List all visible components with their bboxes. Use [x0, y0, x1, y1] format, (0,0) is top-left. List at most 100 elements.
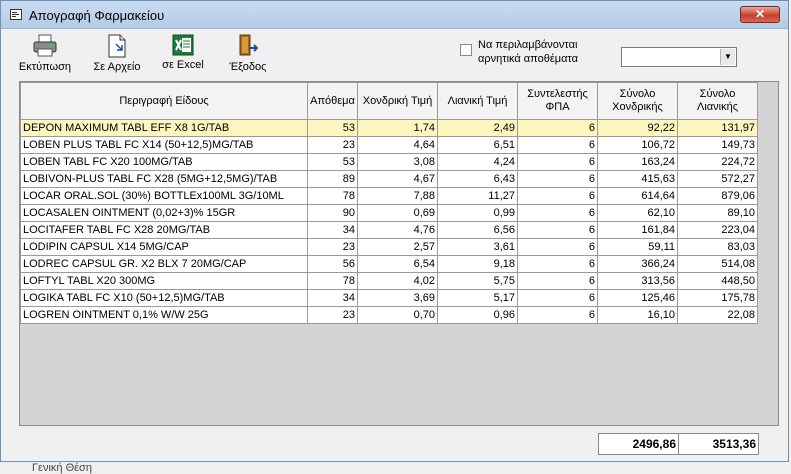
table-cell[interactable]: 4,67 [357, 170, 438, 188]
table-cell[interactable]: 6,51 [437, 136, 518, 154]
exit-button[interactable]: Έξοδος [223, 34, 273, 73]
table-cell[interactable]: 59,11 [597, 238, 678, 256]
table-cell[interactable]: 9,18 [437, 255, 518, 273]
table-cell[interactable]: 90 [307, 204, 358, 222]
table-cell[interactable]: 2,49 [437, 119, 518, 137]
print-button[interactable]: Εκτύπωση [13, 34, 77, 73]
table-cell[interactable]: 149,73 [677, 136, 758, 154]
table-cell[interactable]: 6 [517, 238, 598, 256]
table-cell[interactable]: 0,69 [357, 204, 438, 222]
table-cell[interactable]: 5,75 [437, 272, 518, 290]
table-cell[interactable]: 366,24 [597, 255, 678, 273]
table-row[interactable]: LOFTYL TABL X20 300MG 78 4,02 5,75 6 313,56 44… [20, 272, 758, 290]
table-cell[interactable]: 23 [307, 238, 358, 256]
table-cell[interactable]: 161,84 [597, 221, 678, 239]
table-cell[interactable]: 6 [517, 289, 598, 307]
table-cell[interactable]: 572,27 [677, 170, 758, 188]
negative-stock-checkbox[interactable] [460, 44, 472, 56]
table-cell[interactable]: 3,61 [437, 238, 518, 256]
table-cell[interactable]: LOBEN PLUS TABL FC X14 (50+12,5)MG/TAB [20, 136, 308, 154]
table-row[interactable]: LODREC CAPSUL GR. X2 BLX 7 20MG/CAP 56 6,5… [20, 255, 758, 273]
table-cell[interactable]: 223,04 [677, 221, 758, 239]
table-row[interactable]: LOBEN TABL FC X20 100MG/TAB 53 3,08 4,24 6 16… [20, 153, 758, 171]
table-cell[interactable]: 23 [307, 136, 358, 154]
table-cell[interactable]: 11,27 [437, 187, 518, 205]
col-header-retail-price[interactable]: Λιανική Τιμή [437, 82, 518, 120]
table-cell[interactable]: 175,78 [677, 289, 758, 307]
table-cell[interactable]: 6 [517, 119, 598, 137]
table-cell[interactable]: 514,08 [677, 255, 758, 273]
table-cell[interactable]: 34 [307, 289, 358, 307]
table-cell[interactable]: 6,56 [437, 221, 518, 239]
table-cell[interactable]: 879,06 [677, 187, 758, 205]
table-cell[interactable]: 6,54 [357, 255, 438, 273]
table-cell[interactable]: 62,10 [597, 204, 678, 222]
table-row[interactable]: LOBEN PLUS TABL FC X14 (50+12,5)MG/TAB 23… [20, 136, 758, 154]
table-cell[interactable]: 56 [307, 255, 358, 273]
table-cell[interactable]: LOCITAFER TABL FC X28 20MG/TAB [20, 221, 308, 239]
table-cell[interactable]: LODREC CAPSUL GR. X2 BLX 7 20MG/CAP [20, 255, 308, 273]
table-cell[interactable]: 0,99 [437, 204, 518, 222]
table-cell[interactable]: 6 [517, 136, 598, 154]
table-cell[interactable]: LOCAR ORAL.SOL (30%) BOTTLEx100ML 3G/10M… [20, 187, 308, 205]
table-cell[interactable]: 131,97 [677, 119, 758, 137]
table-cell[interactable]: LOFTYL TABL X20 300MG [20, 272, 308, 290]
table-cell[interactable]: 34 [307, 221, 358, 239]
table-cell[interactable]: 53 [307, 119, 358, 137]
chevron-down-icon[interactable]: ▼ [720, 49, 735, 65]
table-row[interactable]: LOCITAFER TABL FC X28 20MG/TAB 34 4,76 6,56… [20, 221, 758, 239]
table-cell[interactable]: 6 [517, 272, 598, 290]
table-row[interactable]: LODIPIN CAPSUL X14 5MG/CAP 23 2,57 3,61 6 59,… [20, 238, 758, 256]
table-cell[interactable]: 78 [307, 187, 358, 205]
table-cell[interactable]: 3,69 [357, 289, 438, 307]
table-cell[interactable]: 92,22 [597, 119, 678, 137]
table-cell[interactable]: 53 [307, 153, 358, 171]
table-cell[interactable]: 2,57 [357, 238, 438, 256]
table-cell[interactable]: 5,17 [437, 289, 518, 307]
table-cell[interactable]: 313,56 [597, 272, 678, 290]
table-cell[interactable]: 78 [307, 272, 358, 290]
table-cell[interactable]: 83,03 [677, 238, 758, 256]
table-cell[interactable]: 4,24 [437, 153, 518, 171]
table-cell[interactable]: LOBIVON-PLUS TABL FC X28 (5MG+12,5MG)/TA… [20, 170, 308, 188]
table-cell[interactable]: 6 [517, 306, 598, 324]
table-cell[interactable]: 125,46 [597, 289, 678, 307]
table-row[interactable]: LOCAR ORAL.SOL (30%) BOTTLEx100ML 3G/10M… [20, 187, 758, 205]
title-bar[interactable]: Απογραφή Φαρμακείου ✕ [1, 1, 788, 29]
table-cell[interactable]: LOBEN TABL FC X20 100MG/TAB [20, 153, 308, 171]
table-cell[interactable]: 0,96 [437, 306, 518, 324]
table-cell[interactable]: 6 [517, 170, 598, 188]
table-cell[interactable]: DEPON MAXIMUM TABL EFF X8 1G/TAB [20, 119, 308, 137]
table-cell[interactable]: 89 [307, 170, 358, 188]
table-cell[interactable]: 4,02 [357, 272, 438, 290]
table-cell[interactable]: 448,50 [677, 272, 758, 290]
table-row[interactable]: LOBIVON-PLUS TABL FC X28 (5MG+12,5MG)/TA… [20, 170, 758, 188]
table-cell[interactable]: 4,76 [357, 221, 438, 239]
table-cell[interactable]: 7,88 [357, 187, 438, 205]
table-cell[interactable]: 4,64 [357, 136, 438, 154]
table-cell[interactable]: 6 [517, 153, 598, 171]
col-header-stock[interactable]: Απόθεμα [307, 82, 358, 120]
table-cell[interactable]: 415,63 [597, 170, 678, 188]
table-cell[interactable]: 23 [307, 306, 358, 324]
table-row[interactable]: LOGREN OINTMENT 0,1% W/W 25G 23 0,70 0,96 6 1… [20, 306, 758, 324]
col-header-wholesale-price[interactable]: Χονδρική Τιμή [357, 82, 438, 120]
table-cell[interactable]: 1,74 [357, 119, 438, 137]
table-cell[interactable]: 22,08 [677, 306, 758, 324]
table-cell[interactable]: LOCASALEN OINTMENT (0,02+3)% 15GR [20, 204, 308, 222]
table-row[interactable]: LOCASALEN OINTMENT (0,02+3)% 15GR 90 0,69 0… [20, 204, 758, 222]
table-cell[interactable]: 224,72 [677, 153, 758, 171]
table-cell[interactable]: LOGREN OINTMENT 0,1% W/W 25G [20, 306, 308, 324]
export-file-button[interactable]: Σε Αρχείο [87, 34, 147, 73]
table-cell[interactable]: 6 [517, 187, 598, 205]
table-cell[interactable]: 6 [517, 221, 598, 239]
table-cell[interactable]: 89,10 [677, 204, 758, 222]
table-cell[interactable]: LODIPIN CAPSUL X14 5MG/CAP [20, 238, 308, 256]
table-row[interactable]: DEPON MAXIMUM TABL EFF X8 1G/TAB 53 1,74 2,… [20, 119, 758, 137]
col-header-description[interactable]: Περιγραφή Είδους [20, 82, 308, 120]
table-cell[interactable]: 163,24 [597, 153, 678, 171]
table-cell[interactable]: 6 [517, 204, 598, 222]
table-cell[interactable]: 6,43 [437, 170, 518, 188]
col-header-vat-rate[interactable]: Συντελεστής ΦΠΑ [517, 82, 598, 120]
table-row[interactable]: LOGIKA TABL FC X10 (50+12,5)MG/TAB 34 3,69… [20, 289, 758, 307]
